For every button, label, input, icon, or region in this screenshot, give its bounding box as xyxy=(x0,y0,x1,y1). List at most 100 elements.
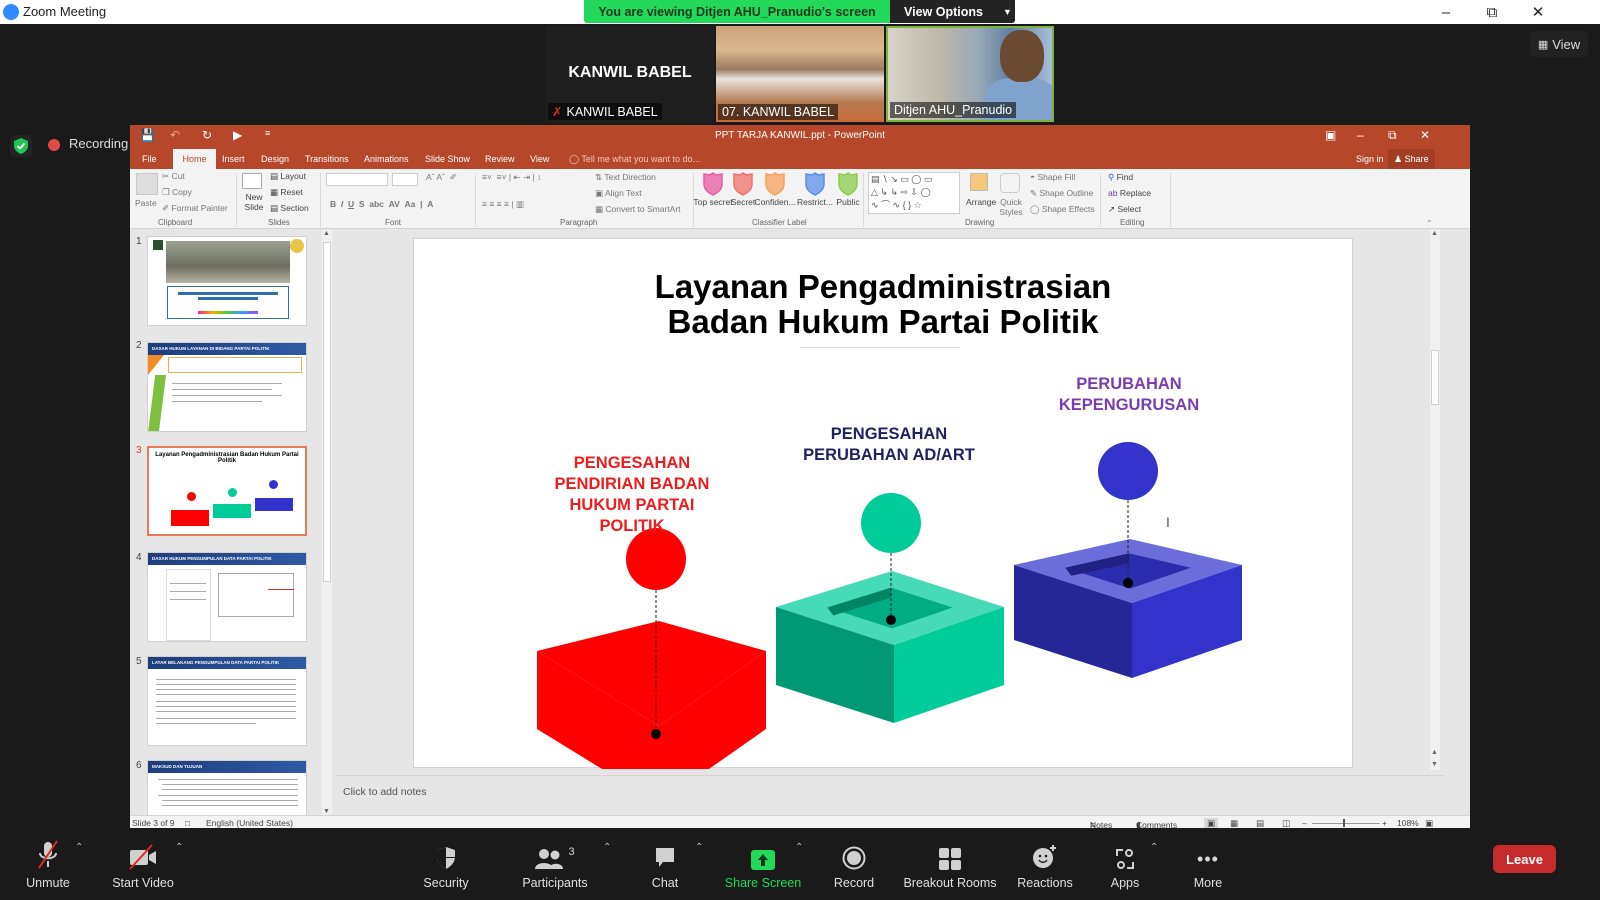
label-pengesahan-ad-art[interactable]: PENGESAHAN PERUBAHAN AD/ART xyxy=(774,424,1004,466)
more-button[interactable]: ••• More xyxy=(1188,828,1228,900)
format-painter-button[interactable]: ✐ Format Painter xyxy=(162,203,228,214)
sign-in-link[interactable]: Sign in xyxy=(1350,149,1390,169)
tab-insert[interactable]: Insert xyxy=(216,149,251,169)
chat-button[interactable]: Chat xyxy=(640,828,690,900)
video-tile[interactable]: KANWIL BABEL ✗ KANWIL BABEL xyxy=(546,26,714,122)
chat-options-caret[interactable]: ⌃ xyxy=(695,842,703,853)
leave-meeting-button[interactable]: Leave xyxy=(1493,845,1556,873)
slide-canvas[interactable]: Layanan Pengadministrasian Badan Hukum P… xyxy=(413,238,1353,769)
font-format-buttons[interactable]: B I U S abc AV Aa | A xyxy=(330,199,433,209)
replace-button[interactable]: ab Replace xyxy=(1108,188,1151,198)
zoom-level[interactable]: 108% xyxy=(1397,818,1419,828)
layout-button[interactable]: ▤ Layout xyxy=(270,171,306,182)
next-slide-icon[interactable]: ▼ xyxy=(1431,761,1438,768)
tab-home[interactable]: Home xyxy=(173,149,216,169)
scrollbar-thumb[interactable] xyxy=(323,242,331,582)
list-buttons[interactable]: ≡˅ ≡˅ | ⇤ ⇥ | ↕ xyxy=(482,172,541,183)
breakout-rooms-button[interactable]: Breakout Rooms xyxy=(900,828,1000,900)
scroll-up-icon[interactable]: ▲ xyxy=(1431,230,1438,237)
minimize-button[interactable]: – xyxy=(1423,0,1469,24)
arrange-button[interactable]: Arrange xyxy=(966,197,996,207)
ppt-restore-button[interactable]: ⧉ xyxy=(1388,128,1397,143)
copy-button[interactable]: ❐ Copy xyxy=(162,187,192,198)
slide-thumbnail[interactable] xyxy=(147,236,307,326)
notes-placeholder[interactable]: Click to add notes xyxy=(343,786,426,798)
notes-pane[interactable]: Click to add notes xyxy=(335,775,1445,815)
participants-options-caret[interactable]: ⌃ xyxy=(603,842,611,853)
close-button[interactable]: ✕ xyxy=(1515,0,1561,24)
label-pengesahan-pendirian[interactable]: PENGESAHAN PENDIRIAN BADAN HUKUM PARTAI POL… xyxy=(532,453,732,537)
tab-slide-show[interactable]: Slide Show xyxy=(419,149,476,169)
video-tile-active-speaker[interactable]: Ditjen AHU_Pranudio xyxy=(886,26,1054,122)
zoom-slider-handle[interactable] xyxy=(1343,819,1345,827)
apps-options-caret[interactable]: ⌃ xyxy=(1150,842,1158,853)
align-text-button[interactable]: ▣ Align Text xyxy=(595,188,642,199)
security-button[interactable]: Security xyxy=(418,828,474,900)
section-button[interactable]: ▤ Section xyxy=(270,203,309,214)
scroll-down-icon[interactable]: ▼ xyxy=(323,808,330,815)
slide-thumbnail[interactable]: MAKSUD DAN TUJUAN xyxy=(147,760,307,820)
new-slide-button[interactable]: New Slide xyxy=(242,192,266,212)
ribbon-display-options-icon[interactable]: ▣ xyxy=(1325,128,1336,142)
tab-view[interactable]: View xyxy=(524,149,555,169)
tab-file[interactable]: File xyxy=(136,149,163,169)
align-buttons[interactable]: ≡ ≡ ≡ ≡ | ▥ xyxy=(482,199,524,210)
language-indicator[interactable]: English (United States) xyxy=(206,818,293,828)
encryption-shield-icon[interactable] xyxy=(10,135,32,157)
share-options-caret[interactable]: ⌃ xyxy=(795,842,803,853)
shape-outline-button[interactable]: ✎ Shape Outline xyxy=(1030,188,1093,199)
slide-thumbnail-selected[interactable]: Layanan Pengadministrasian Badan Hukum P… xyxy=(147,446,307,536)
share-button[interactable]: ♟ Share xyxy=(1388,149,1435,169)
reset-button[interactable]: ▦ Reset xyxy=(270,187,303,198)
label-perubahan-kepengurusan[interactable]: PERUBAHAN KEPENGURUSAN xyxy=(1024,374,1234,416)
tab-animations[interactable]: Animations xyxy=(358,149,415,169)
paste-icon[interactable] xyxy=(136,173,158,195)
find-button[interactable]: ⚲ Find xyxy=(1108,172,1133,183)
tab-review[interactable]: Review xyxy=(479,149,521,169)
scrollbar-thumb[interactable] xyxy=(1431,350,1439,405)
zoom-out-button[interactable]: – xyxy=(1302,818,1307,828)
scroll-up-icon[interactable]: ▲ xyxy=(323,230,330,237)
ppt-close-button[interactable]: ✕ xyxy=(1420,128,1430,142)
font-size-controls[interactable]: Aˆ Aˇ ✐ xyxy=(426,172,457,183)
convert-smartart-button[interactable]: ▦ Convert to SmartArt xyxy=(595,204,681,215)
participants-button[interactable]: 3 Participants xyxy=(515,828,595,900)
shape-effects-button[interactable]: ◯ Shape Effects xyxy=(1030,204,1095,215)
unmute-button[interactable]: Unmute xyxy=(18,828,78,900)
shape-fill-button[interactable]: ◓ Shape Fill xyxy=(1030,172,1075,182)
reactions-button[interactable]: Reactions xyxy=(1010,828,1080,900)
view-layout-button[interactable]: ▦ View xyxy=(1530,31,1588,57)
font-name-input[interactable] xyxy=(326,173,388,186)
start-video-button[interactable]: Start Video xyxy=(108,828,178,900)
view-options-button[interactable]: View Options ▼ xyxy=(890,0,1015,23)
tell-me-search[interactable]: ◯ Tell me what you want to do... xyxy=(563,149,706,169)
record-button[interactable]: Record xyxy=(826,828,882,900)
select-button[interactable]: ↗ Select xyxy=(1108,204,1141,215)
zoom-slider-track[interactable] xyxy=(1312,823,1380,824)
quick-styles-button[interactable]: Quick Styles xyxy=(998,197,1024,217)
text-direction-button[interactable]: ⇅ Text Direction xyxy=(595,172,656,183)
tab-transitions[interactable]: Transitions xyxy=(299,149,355,169)
apps-button[interactable]: Apps xyxy=(1105,828,1145,900)
slide-scrollbar[interactable]: ▲ ▲ ▼ xyxy=(1430,230,1440,770)
restore-button[interactable]: ⧉ xyxy=(1469,0,1515,24)
collapse-ribbon-icon[interactable]: ⌃ xyxy=(1426,219,1433,228)
paste-button[interactable]: Paste xyxy=(135,198,157,208)
share-screen-button[interactable]: Share Screen xyxy=(722,828,804,900)
zoom-in-button[interactable]: + xyxy=(1382,818,1387,828)
quick-styles-icon[interactable] xyxy=(1000,173,1020,193)
slide-thumbnail[interactable]: DASAR HUKUM PENGUMPULAN DATA PARTAI POLI… xyxy=(147,552,307,642)
cut-button[interactable]: ✂ Cut xyxy=(162,171,185,182)
arrange-icon[interactable] xyxy=(970,173,988,191)
shapes-gallery[interactable]: ▤ ∖ ↘ ▭ ◯ ▭ △ ↳ ↳ ⇨ ⇩ ◯ ∿ ⌒ ∿ { } ☆ xyxy=(868,172,960,214)
new-slide-icon[interactable] xyxy=(242,173,262,189)
thumbnails-scrollbar[interactable]: ▲ ▼ xyxy=(322,230,332,815)
ppt-minimize-button[interactable]: – xyxy=(1357,128,1364,142)
video-options-caret[interactable]: ⌃ xyxy=(175,842,183,853)
previous-slide-icon[interactable]: ▲ xyxy=(1431,749,1438,756)
audio-options-caret[interactable]: ⌃ xyxy=(75,842,83,853)
tab-design[interactable]: Design xyxy=(255,149,295,169)
slide-thumbnail[interactable]: DASAR HUKUM LAYANAN DI BIDANG PARTAI POL… xyxy=(147,342,307,432)
slide-thumbnail[interactable]: LATAR BELAKANG PENGUMPULAN DATA PARTAI P… xyxy=(147,656,307,746)
font-size-input[interactable] xyxy=(392,173,418,186)
